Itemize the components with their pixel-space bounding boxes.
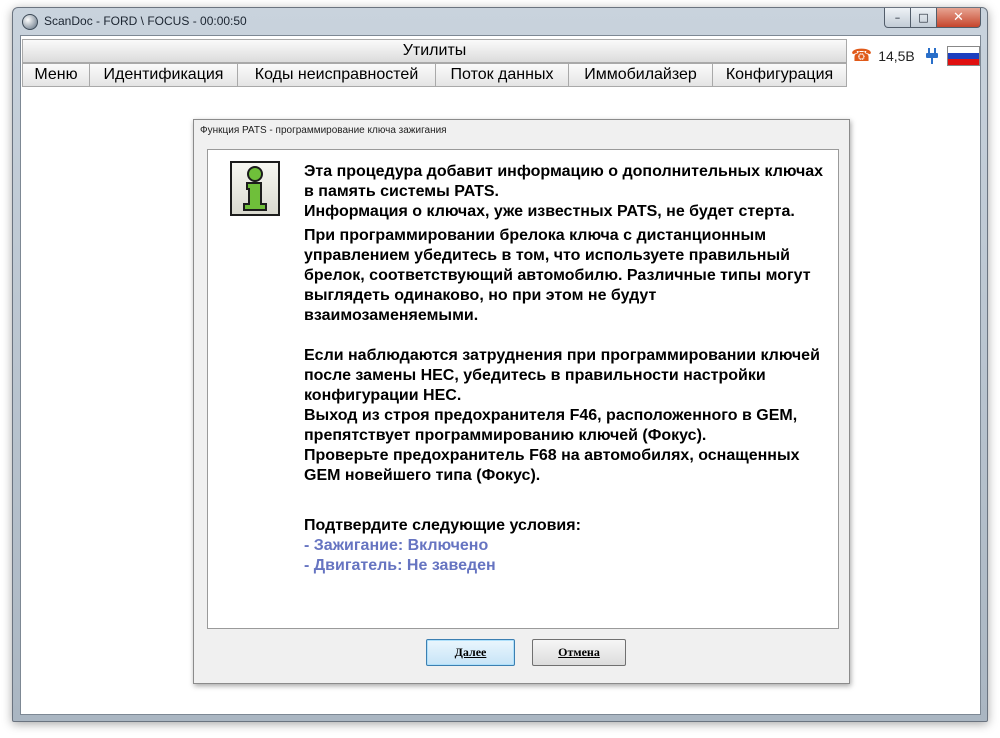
window-title: ScanDoc - FORD \ FOCUS - 00:00:50 xyxy=(44,14,247,28)
message-paragraph: Информация о ключах, уже известных PATS,… xyxy=(304,203,795,220)
condition-ignition: - Зажигание: Включено xyxy=(304,537,489,554)
phone-icon: ☎ xyxy=(851,46,873,66)
client-area: Утилиты Меню Идентификация Коды неисправ… xyxy=(20,35,981,715)
voltage-readout: 14,5В xyxy=(878,48,915,64)
cancel-button[interactable]: Отмена xyxy=(532,639,626,666)
message-paragraph: Проверьте предохранитель F68 на автомоби… xyxy=(304,447,800,484)
message-paragraph: При программировании брелока ключа с дис… xyxy=(304,227,811,324)
status-area: ☎ 14,5В xyxy=(851,44,980,68)
menu-item-immobilizer[interactable]: Иммобилайзер xyxy=(569,63,713,87)
next-button[interactable]: Далее xyxy=(426,639,515,666)
app-icon xyxy=(22,14,38,30)
window-controls: – □ ✕ xyxy=(884,8,981,28)
menu-item-identification[interactable]: Идентификация xyxy=(90,63,238,87)
menu-item-fault-codes[interactable]: Коды неисправностей xyxy=(238,63,436,87)
minimize-button[interactable]: – xyxy=(884,8,911,28)
pats-dialog: Функция PATS - программирование ключа за… xyxy=(193,119,850,684)
message-paragraph: Эта процедура добавит информацию о допол… xyxy=(304,163,824,200)
menu-item-data-stream[interactable]: Поток данных xyxy=(436,63,569,87)
dialog-title: Функция PATS - программирование ключа за… xyxy=(200,125,447,136)
app-window: ScanDoc - FORD \ FOCUS - 00:00:50 – □ ✕ … xyxy=(12,7,988,722)
dialog-message: Эта процедура добавит информацию о допол… xyxy=(304,162,829,576)
message-paragraph: Выход из строя предохранителя F46, распо… xyxy=(304,407,798,444)
menu-bar: Меню Идентификация Коды неисправностей П… xyxy=(22,63,847,87)
condition-engine: - Двигатель: Не заведен xyxy=(304,557,496,574)
title-bar[interactable]: ScanDoc - FORD \ FOCUS - 00:00:50 – □ ✕ xyxy=(13,8,987,35)
utilities-header[interactable]: Утилиты xyxy=(22,39,847,63)
dialog-message-panel: Эта процедура добавит информацию о допол… xyxy=(207,149,839,629)
confirm-prompt: Подтвердите следующие условия: xyxy=(304,517,581,534)
menu-item-menu[interactable]: Меню xyxy=(22,63,90,87)
message-paragraph: Если наблюдаются затруднения при програм… xyxy=(304,347,820,404)
menu-item-configuration[interactable]: Конфигурация xyxy=(713,63,847,87)
maximize-button[interactable]: □ xyxy=(911,8,937,28)
russian-flag-icon[interactable] xyxy=(946,46,980,66)
close-button[interactable]: ✕ xyxy=(937,8,981,28)
info-icon xyxy=(230,161,280,216)
plug-icon xyxy=(925,47,939,65)
